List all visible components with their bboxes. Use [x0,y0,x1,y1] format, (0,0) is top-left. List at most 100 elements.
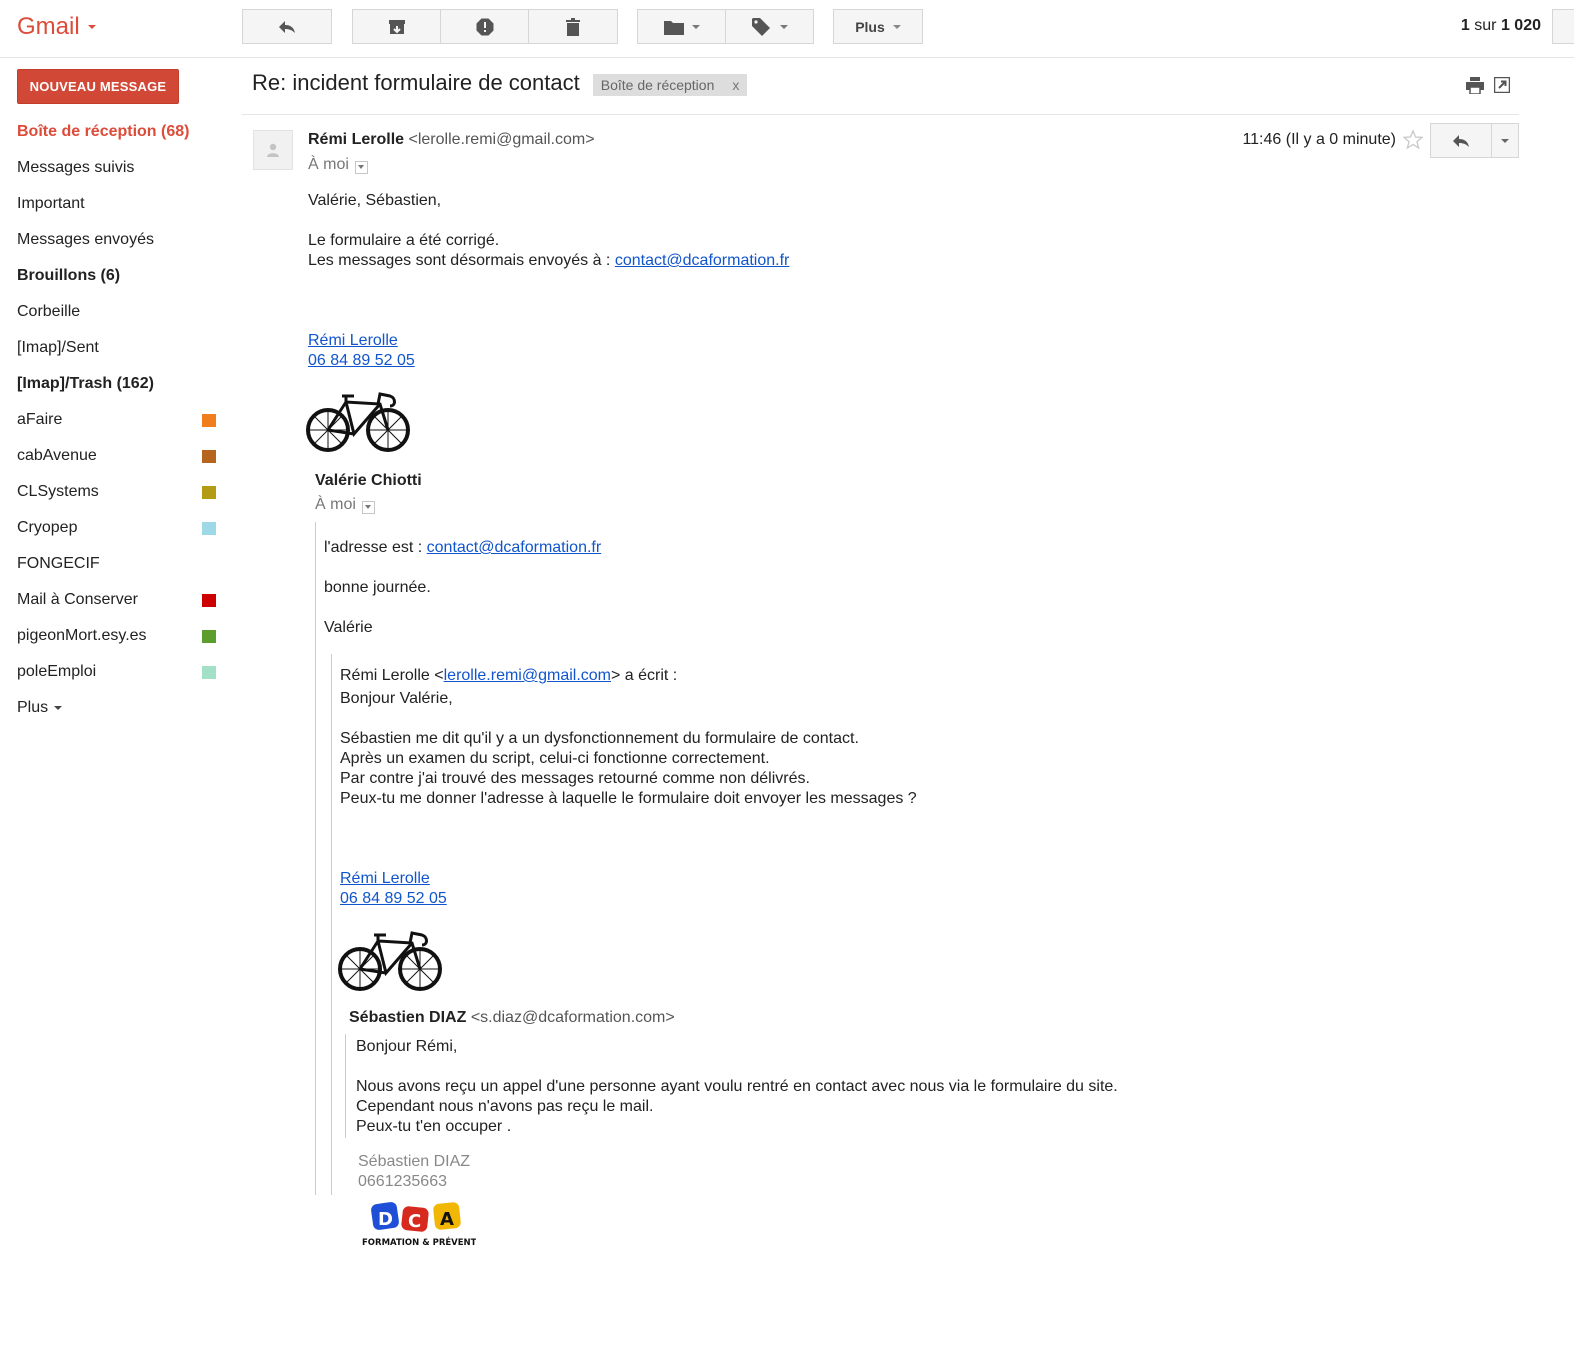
message-time: 11:46 (Il y a 0 minute) [1242,131,1396,148]
avatar[interactable] [253,130,293,170]
chevron-down-icon [358,165,365,169]
show-details-button[interactable] [361,500,375,514]
sidebar-item-label: Messages suivis [17,159,135,176]
signature-phone: 06 84 89 52 05 [340,889,447,909]
sidebar-item-afaire[interactable]: aFaire [0,402,230,438]
sidebar-item-label: FONGECIF [17,555,100,572]
message-greeting: Valérie, Sébastien, [308,192,442,209]
sidebar-item-label: [Imap]/Sent [17,339,99,356]
chevron-down-icon [87,25,96,29]
quoted-sender-name[interactable]: Valérie Chiotti [315,471,422,491]
signature-name-link[interactable]: Rémi Lerolle [340,870,430,887]
remove-label-button[interactable]: x [732,74,739,96]
original-signature-name: Sébastien DIAZ [358,1153,471,1170]
move-to-button[interactable] [637,9,726,44]
label-chip-inbox[interactable]: Boîte de réception x [592,74,748,96]
signature-phone-link[interactable]: 06 84 89 52 05 [308,352,415,369]
star-icon[interactable] [1403,130,1423,150]
conversation-header: Re: incident formulaire de contact Boîte… [252,70,748,96]
nested-body-line: Après un examen du script, celui-ci fonc… [340,750,770,767]
organize-group [637,9,814,44]
report-spam-icon [476,18,493,35]
email-link[interactable]: lerolle.remi@gmail.com [444,667,611,684]
original-body-line: Nous avons reçu un appel d'une personne … [356,1078,1118,1095]
sidebar-item-corbeille[interactable]: Corbeille [0,294,230,330]
more-reply-options-button[interactable] [1491,123,1519,158]
quoted-body-line: bonne journée. [324,579,431,596]
more-actions-button[interactable]: Plus [833,9,923,44]
bicycle-image [338,931,442,991]
label-color-swatch[interactable] [202,666,216,679]
sidebar-item-mail-conserver[interactable]: Mail à Conserver [0,582,230,618]
sidebar-item-messages-suivis[interactable]: Messages suivis [0,150,230,186]
original-body-line: Peux-tu t'en occuper . [356,1118,512,1135]
nested-body-line: Par contre j'ai trouvé des messages reto… [340,770,810,787]
newer-button[interactable] [1552,9,1574,44]
bicycle-image [306,392,410,452]
sidebar-nav: Boîte de réception (68) Messages suivis Im… [0,114,230,726]
reply-button[interactable] [1430,123,1492,158]
chevron-down-icon [1501,138,1509,143]
sidebar-item-imap-trash-162[interactable]: [Imap]/Trash (162) [0,366,230,402]
arrow-back-icon [279,20,295,33]
person-icon [267,143,279,157]
label-color-swatch[interactable] [202,450,216,463]
labels-button[interactable] [725,9,814,44]
quote-bar [345,1034,346,1138]
svg-text:D: D [378,1209,393,1230]
sidebar-item-important[interactable]: Important [0,186,230,222]
signature-name-link[interactable]: Rémi Lerolle [308,332,398,349]
original-sender-name: Sébastien DIAZ [349,1009,467,1026]
email-link[interactable]: contact@dcaformation.fr [427,539,602,556]
app-switcher[interactable]: Gmail [17,13,96,41]
show-details-button[interactable] [354,160,368,174]
sender-line: Rémi Lerolle <lerolle.remi@gmail.com> [308,131,595,149]
back-to-inbox-button[interactable] [242,9,332,44]
sidebar-item-fongecif[interactable]: FONGECIF [0,546,230,582]
sidebar-item-cryopep[interactable]: Cryopep [0,510,230,546]
original-sender-email: <s.diaz@dcaformation.com> [470,1009,675,1026]
header-divider [242,114,1519,115]
open-in-new-window-icon[interactable] [1494,77,1510,93]
label-chip-text: Boîte de réception [600,77,715,93]
nested-body-line: Sébastien me dit qu'il y a un dysfonctio… [340,730,859,747]
body-text: Rémi Lerolle < [340,667,444,684]
archive-button[interactable] [352,9,441,44]
sender-email: <lerolle.remi@gmail.com> [408,131,595,148]
label-color-swatch[interactable] [202,486,216,499]
sender-name[interactable]: Rémi Lerolle [308,131,404,148]
label-color-swatch[interactable] [202,522,216,535]
signature-name: Rémi Lerolle [340,869,430,889]
body-text: l'adresse est : [324,539,427,556]
sidebar-item-imap-sent[interactable]: [Imap]/Sent [0,330,230,366]
pagination-counter: 1 sur 1 020 [1461,17,1541,35]
sidebar-item-clsystems[interactable]: CLSystems [0,474,230,510]
label-color-swatch[interactable] [202,594,216,607]
message-body-line: Les messages sont désormais envoyés à : … [308,251,789,271]
pager-separator: sur [1474,17,1497,34]
chevron-down-icon [365,505,372,509]
sidebar-item-pigeonmort-esy-es[interactable]: pigeonMort.esy.es [0,618,230,654]
compose-button[interactable]: NOUVEAU MESSAGE [17,69,179,104]
recipient-text: À moi [315,496,356,513]
sidebar-item-label: Mail à Conserver [17,591,138,608]
email-link[interactable]: contact@dcaformation.fr [615,252,790,269]
sidebar-item-label: Cryopep [17,519,78,536]
sidebar-item-brouillons-6[interactable]: Brouillons (6) [0,258,230,294]
report-spam-button[interactable] [440,9,529,44]
printer-icon[interactable] [1466,77,1484,94]
label-color-swatch[interactable] [202,630,216,643]
conversation-subject: Re: incident formulaire de contact [252,70,580,95]
sidebar-more-button[interactable]: Plus [0,690,230,726]
quoted-recipient-line: À moi [315,496,375,514]
sidebar-item-messages-envoy-s[interactable]: Messages envoyés [0,222,230,258]
sidebar-item-cabavenue[interactable]: cabAvenue [0,438,230,474]
sidebar-item-bo-te-de-r-ception-68[interactable]: Boîte de réception (68) [0,114,230,150]
signature-phone-link[interactable]: 06 84 89 52 05 [340,890,447,907]
sidebar-item-label: Corbeille [17,303,81,320]
action-group [352,9,618,44]
more-actions-label: Plus [855,18,885,35]
label-color-swatch[interactable] [202,414,216,427]
sidebar-item-poleemploi[interactable]: poleEmploi [0,654,230,690]
delete-button[interactable] [528,9,618,44]
